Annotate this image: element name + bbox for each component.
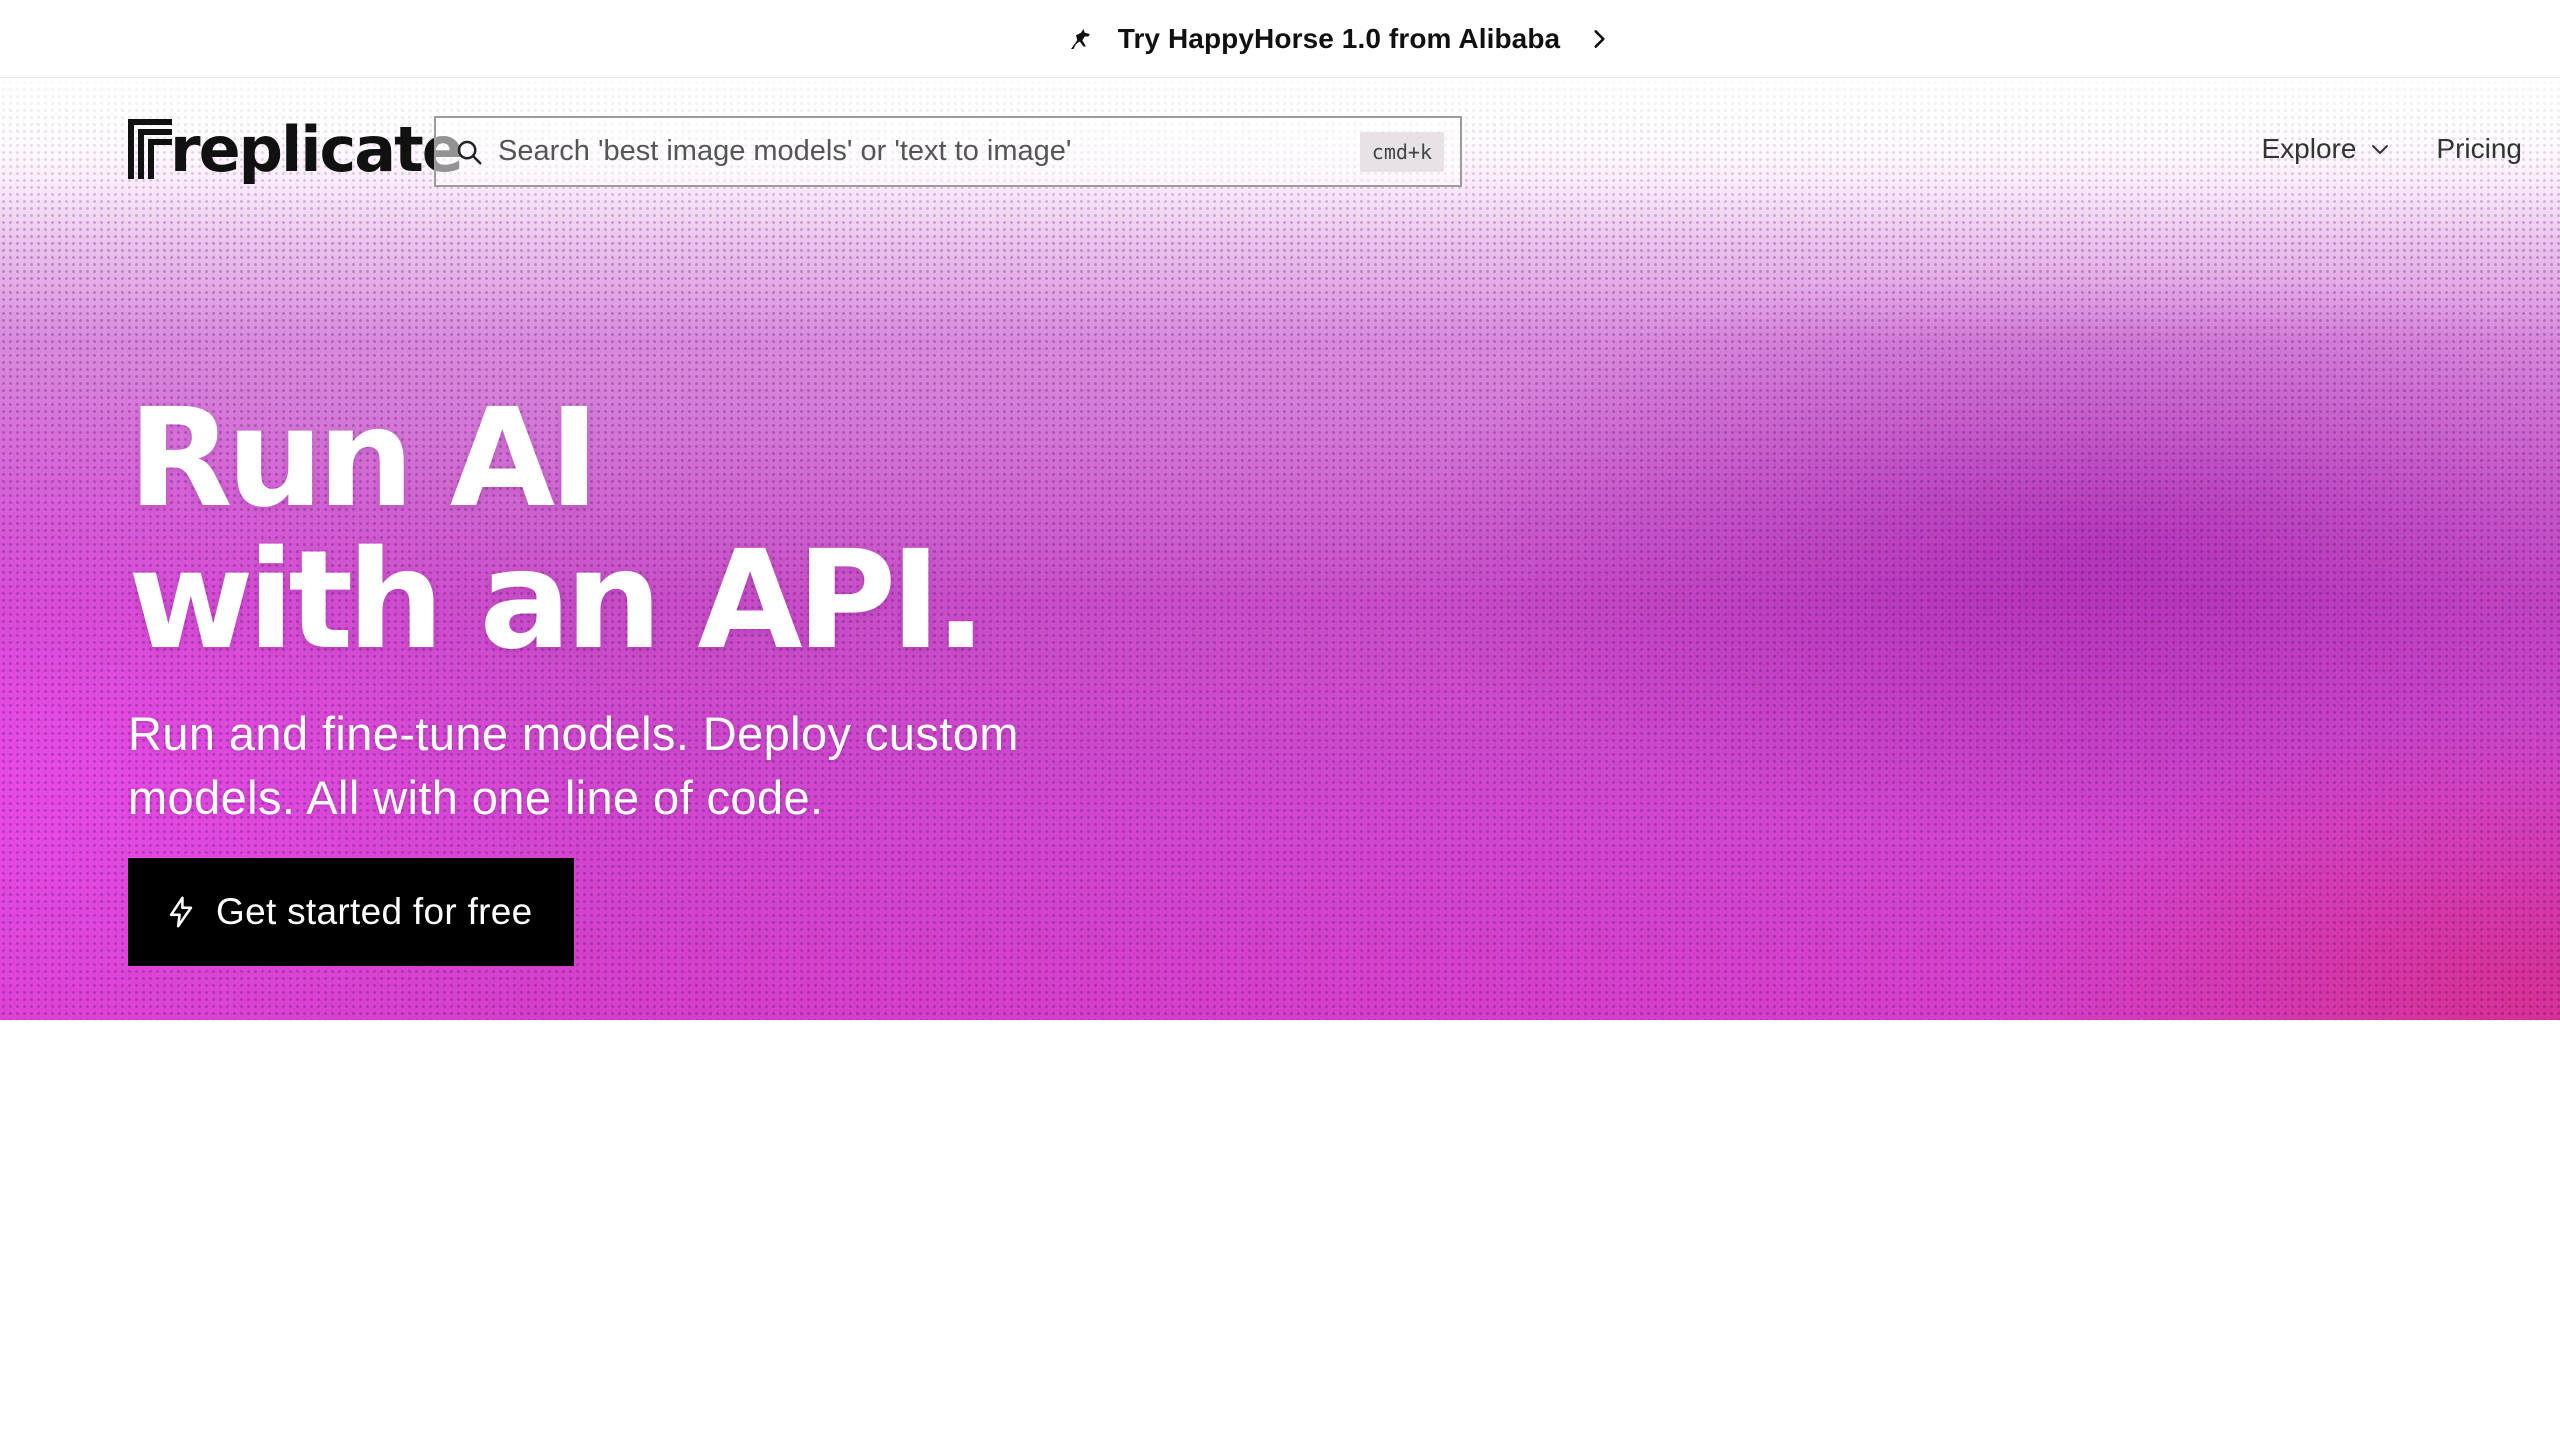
chevron-right-icon bbox=[1594, 29, 1605, 48]
search-box[interactable]: cmd+k bbox=[434, 116, 1462, 187]
get-started-label: Get started for free bbox=[216, 891, 533, 932]
nav-explore-label: Explore bbox=[2261, 133, 2357, 164]
search-icon bbox=[457, 140, 482, 164]
nav-pricing-label: Pricing bbox=[2436, 133, 2522, 164]
announcement-text: Try HappyHorse 1.0 from Alibaba bbox=[1117, 22, 1561, 54]
announcement-bar: Try HappyHorse 1.0 from Alibaba bbox=[0, 0, 2560, 78]
hero-headline: Run AI with an API. bbox=[128, 388, 1108, 672]
horse-icon bbox=[1070, 28, 1090, 49]
announcement-link[interactable]: Try HappyHorse 1.0 from Alibaba bbox=[1066, 23, 1612, 55]
hero-headline-line-2: with an API. bbox=[128, 522, 987, 680]
search-input[interactable] bbox=[496, 121, 1360, 182]
get-started-button[interactable]: Get started for free bbox=[128, 858, 574, 966]
hero-subheadline: Run and fine-tune models. Deploy custom … bbox=[128, 707, 1019, 824]
logo-mark-icon bbox=[128, 119, 172, 179]
chevron-down-icon bbox=[2372, 145, 2389, 154]
main-nav: Explore Pricing bbox=[2261, 133, 2522, 165]
hero-headline-line-1: Run AI bbox=[128, 380, 600, 538]
site-header: replicate cmd+k Explore Pricing bbox=[0, 79, 2560, 223]
keyboard-shortcut-hint: cmd+k bbox=[1359, 131, 1444, 172]
bolt-icon bbox=[169, 896, 193, 928]
logo-wordmark: replicate bbox=[170, 113, 464, 186]
logo[interactable]: replicate bbox=[128, 113, 464, 186]
nav-explore[interactable]: Explore bbox=[2261, 133, 2392, 165]
hero-content: Run AI with an API. Run and fine-tune mo… bbox=[128, 388, 1108, 966]
nav-pricing[interactable]: Pricing bbox=[2436, 133, 2522, 165]
